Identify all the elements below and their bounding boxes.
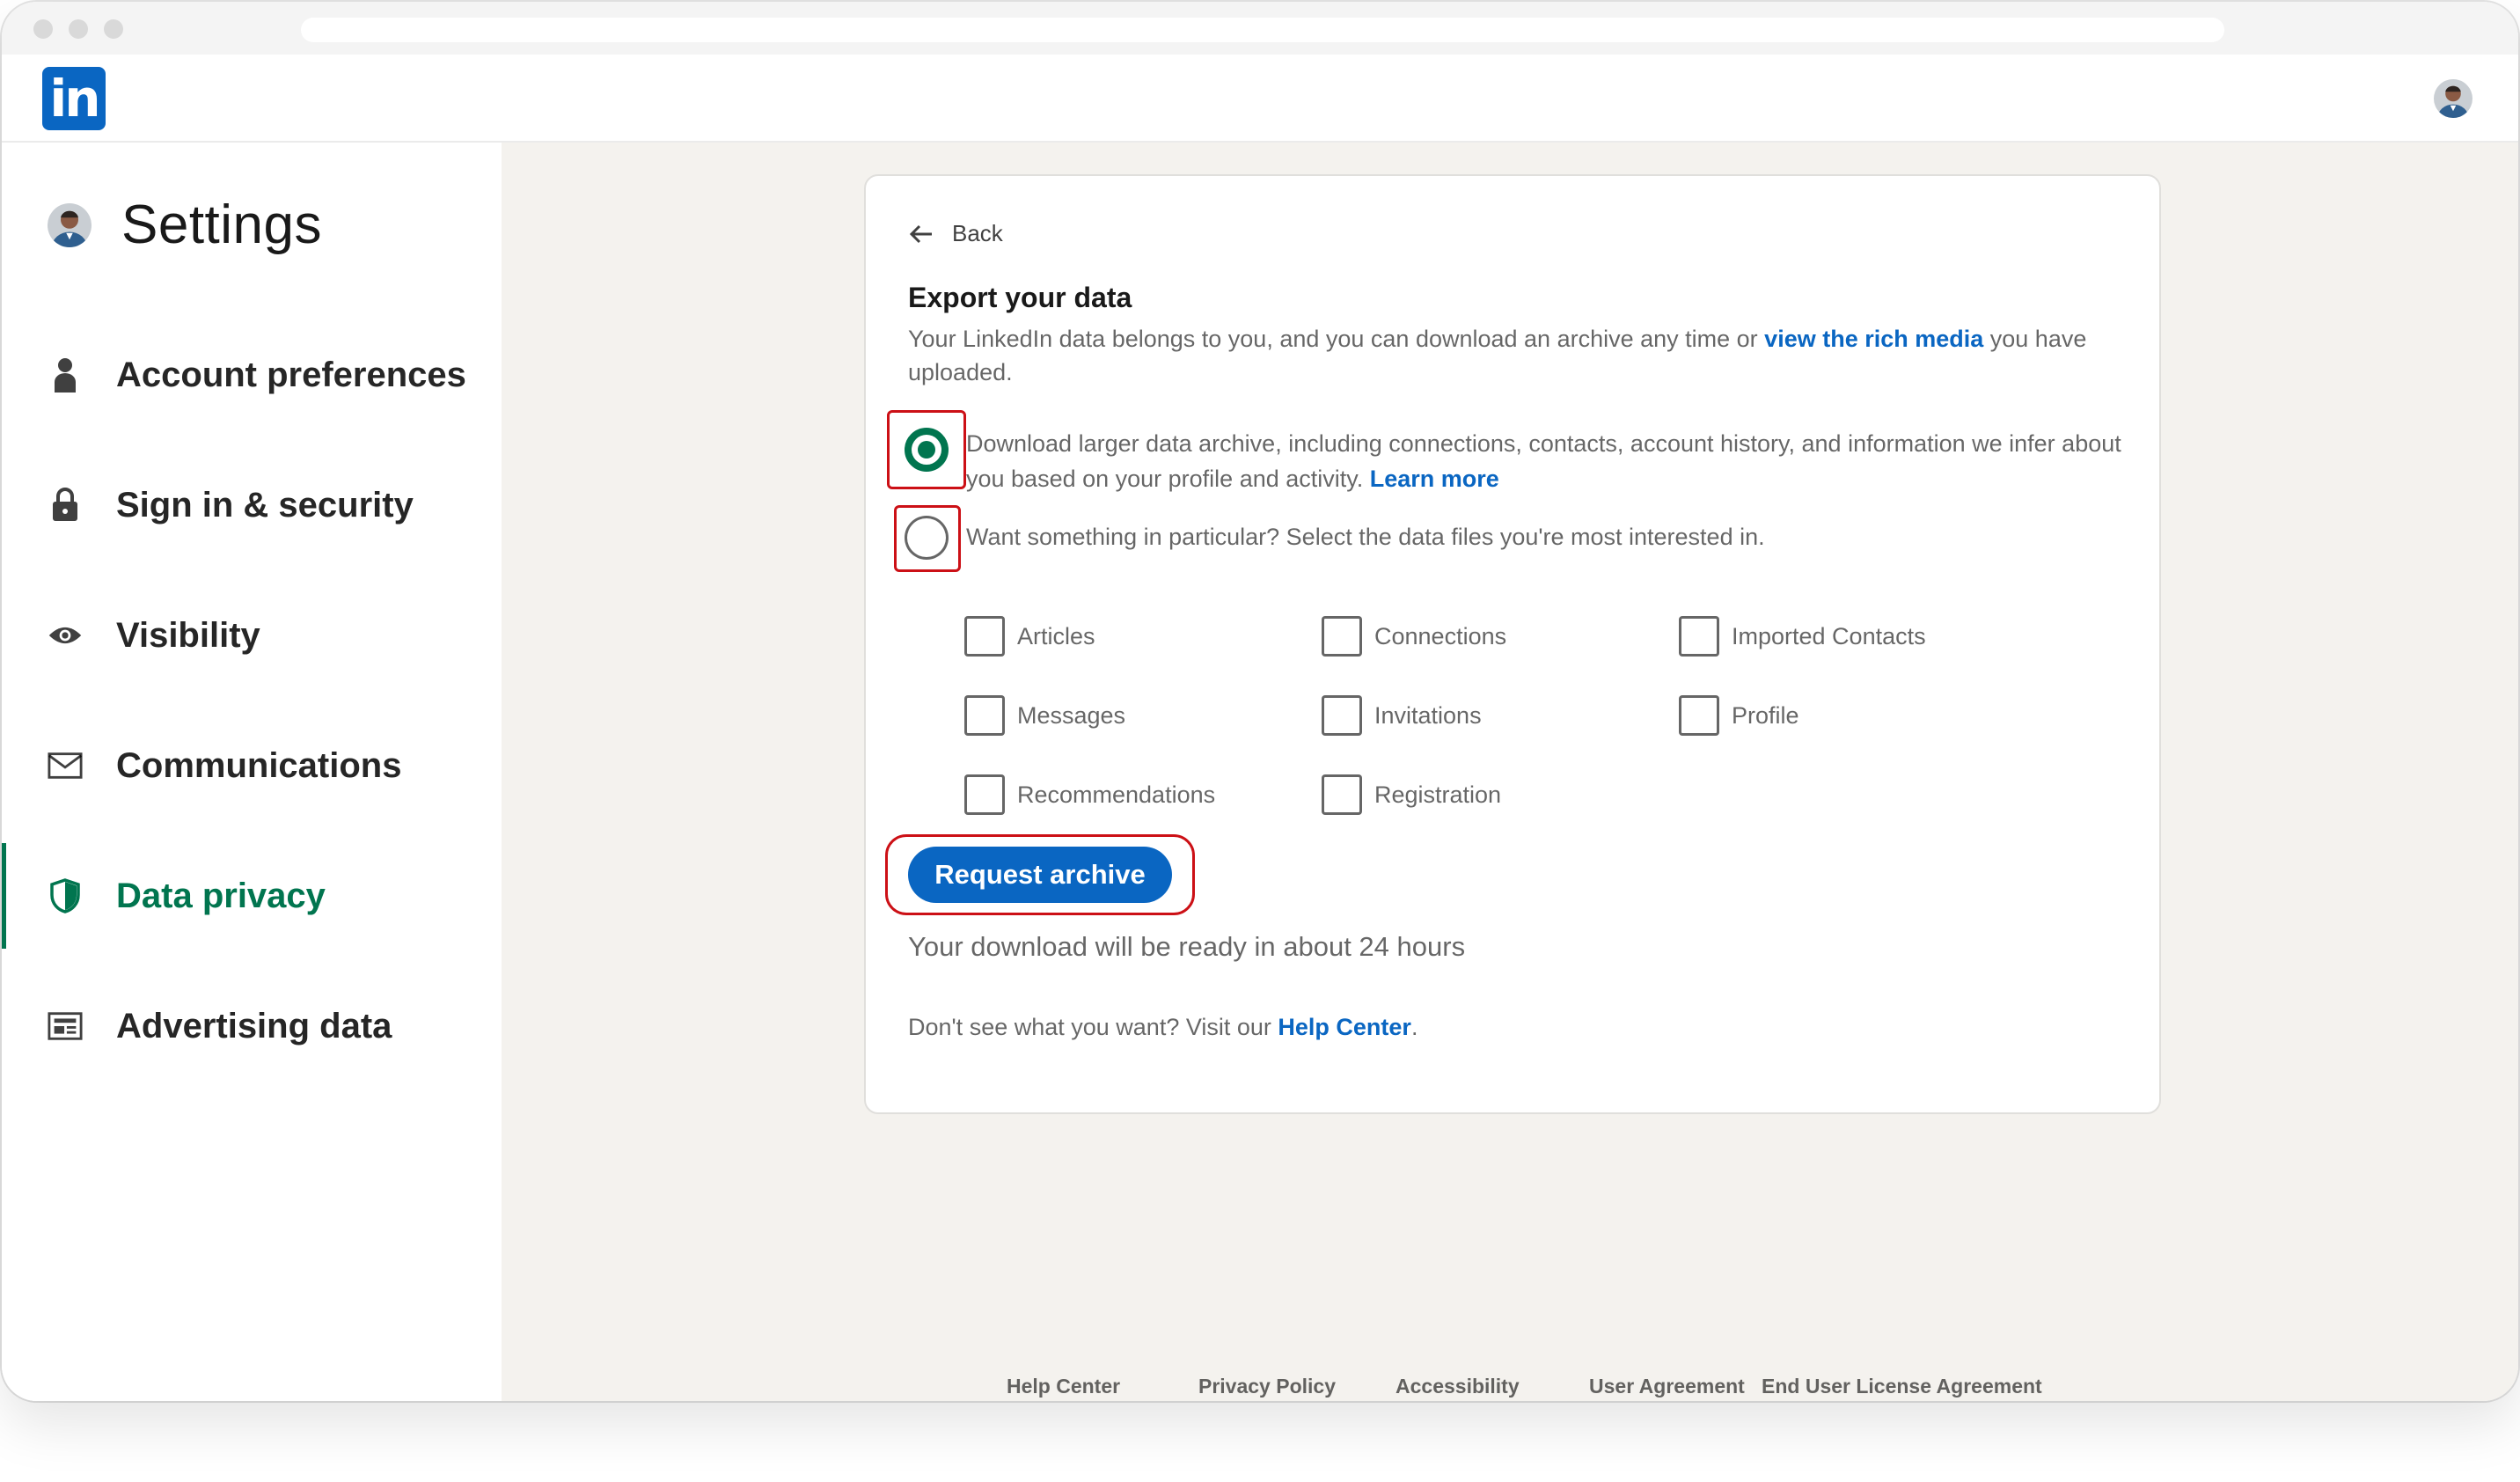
checkbox-box[interactable] [1679,695,1719,736]
checkbox-box[interactable] [964,695,1005,736]
checkbox-label: Articles [1017,622,1095,649]
checkbox-box[interactable] [964,616,1005,657]
checkbox-box[interactable] [1322,616,1362,657]
radio-larger-archive[interactable] [905,428,949,472]
help-text-suffix: . [1410,1014,1418,1040]
browser-titlebar [2,2,2518,55]
app-header: in [2,55,2518,143]
sidebar-item-label: Data privacy [116,876,326,915]
help-center-link[interactable]: Help Center [1278,1014,1411,1040]
checkbox-label: Profile [1732,701,1799,729]
footer-link-eula[interactable]: End User License Agreement [1762,1375,2042,1398]
option-specific-files-text: Want something in particular? Select the… [966,524,1765,550]
download-ready-text: Your download will be ready in about 24 … [908,931,1466,962]
checkbox-label: Connections [1374,622,1507,649]
card-title: Export your data [908,282,1132,313]
sidebar-item-communications[interactable]: Communications [2,701,502,831]
checkbox-box[interactable] [1322,695,1362,736]
arrow-left-icon [909,224,932,243]
person-icon [48,357,83,393]
shield-icon [48,878,83,913]
newspaper-icon [48,1009,83,1044]
sidebar-item-label: Advertising data [116,1006,392,1045]
help-center-text: Don't see what you want? Visit our Help … [908,1014,1418,1041]
checkbox-label: Registration [1374,781,1502,808]
export-data-card: Back Export your data Your LinkedIn data… [864,174,2161,1114]
data-file-checkboxes: Articles Connections Imported Contacts M… [964,597,2108,834]
checkbox-imported-contacts[interactable]: Imported Contacts [1679,616,2036,657]
sidebar-item-account-preferences[interactable]: Account preferences [2,310,502,440]
settings-sidebar: Settings Account preferences Sign in & s… [2,143,502,1401]
sidebar-item-label: Account preferences [116,355,466,394]
settings-nav: Account preferences Sign in & security V… [2,310,502,1091]
checkbox-label: Imported Contacts [1732,622,1926,649]
checkbox-label: Invitations [1374,701,1482,729]
radio-specific-files[interactable] [905,516,949,560]
card-description: Your LinkedIn data belongs to you, and y… [908,322,2122,389]
help-text-prefix: Don't see what you want? Visit our [908,1014,1278,1040]
back-link[interactable]: Back [908,220,1003,247]
back-label: Back [952,220,1003,246]
checkbox-connections[interactable]: Connections [1322,616,1679,657]
sidebar-item-advertising-data[interactable]: Advertising data [2,961,502,1091]
main-content: Back Export your data Your LinkedIn data… [502,143,2518,1401]
checkbox-row: Recommendations Registration [964,755,2108,834]
checkbox-invitations[interactable]: Invitations [1322,695,1679,736]
header-avatar[interactable] [2434,79,2472,118]
window-close-dot[interactable] [33,19,53,39]
address-bar[interactable] [301,18,2224,42]
linkedin-logo[interactable]: in [42,67,106,130]
lock-icon [48,488,83,523]
page-title: Settings [121,194,323,255]
checkbox-box[interactable] [1322,774,1362,815]
footer-link-help-center[interactable]: Help Center [1007,1375,1120,1398]
option-larger-archive-text: Download larger data archive, including … [966,426,2136,496]
sidebar-item-label: Sign in & security [116,485,414,525]
checkbox-box[interactable] [964,774,1005,815]
checkbox-label: Recommendations [1017,781,1216,808]
sidebar-item-label: Visibility [116,615,260,655]
sidebar-item-visibility[interactable]: Visibility [2,570,502,701]
footer: Help Center Privacy Policy Accessibility… [502,1375,2518,1401]
checkbox-label: Messages [1017,701,1126,729]
learn-more-link[interactable]: Learn more [1370,466,1499,492]
window-maximize-dot[interactable] [104,19,123,39]
checkbox-registration[interactable]: Registration [1322,774,1679,815]
checkbox-recommendations[interactable]: Recommendations [964,774,1322,815]
checkbox-articles[interactable]: Articles [964,616,1322,657]
checkbox-row: Messages Invitations Profile [964,676,2108,755]
option-text: Download larger data archive, including … [966,430,2121,492]
checkbox-row: Articles Connections Imported Contacts [964,597,2108,676]
footer-link-accessibility[interactable]: Accessibility [1396,1375,1520,1398]
footer-link-privacy-policy[interactable]: Privacy Policy [1198,1375,1336,1398]
avatar[interactable] [48,202,92,247]
view-rich-media-link[interactable]: view the rich media [1764,326,1983,352]
desc-text: Your LinkedIn data belongs to you, and y… [908,326,1765,352]
settings-header: Settings [48,194,322,256]
sidebar-item-label: Communications [116,745,402,785]
window-minimize-dot[interactable] [69,19,88,39]
checkbox-profile[interactable]: Profile [1679,695,2036,736]
checkbox-messages[interactable]: Messages [964,695,1322,736]
envelope-icon [48,748,83,783]
sidebar-item-sign-in-security[interactable]: Sign in & security [2,440,502,570]
browser-window: in Settings Account preferences Sign in … [2,2,2518,1401]
request-archive-button[interactable]: Request archive [908,847,1172,903]
sidebar-item-data-privacy[interactable]: Data privacy [2,831,502,961]
checkbox-box[interactable] [1679,616,1719,657]
footer-link-user-agreement[interactable]: User Agreement [1589,1375,1745,1398]
eye-icon [48,618,83,653]
